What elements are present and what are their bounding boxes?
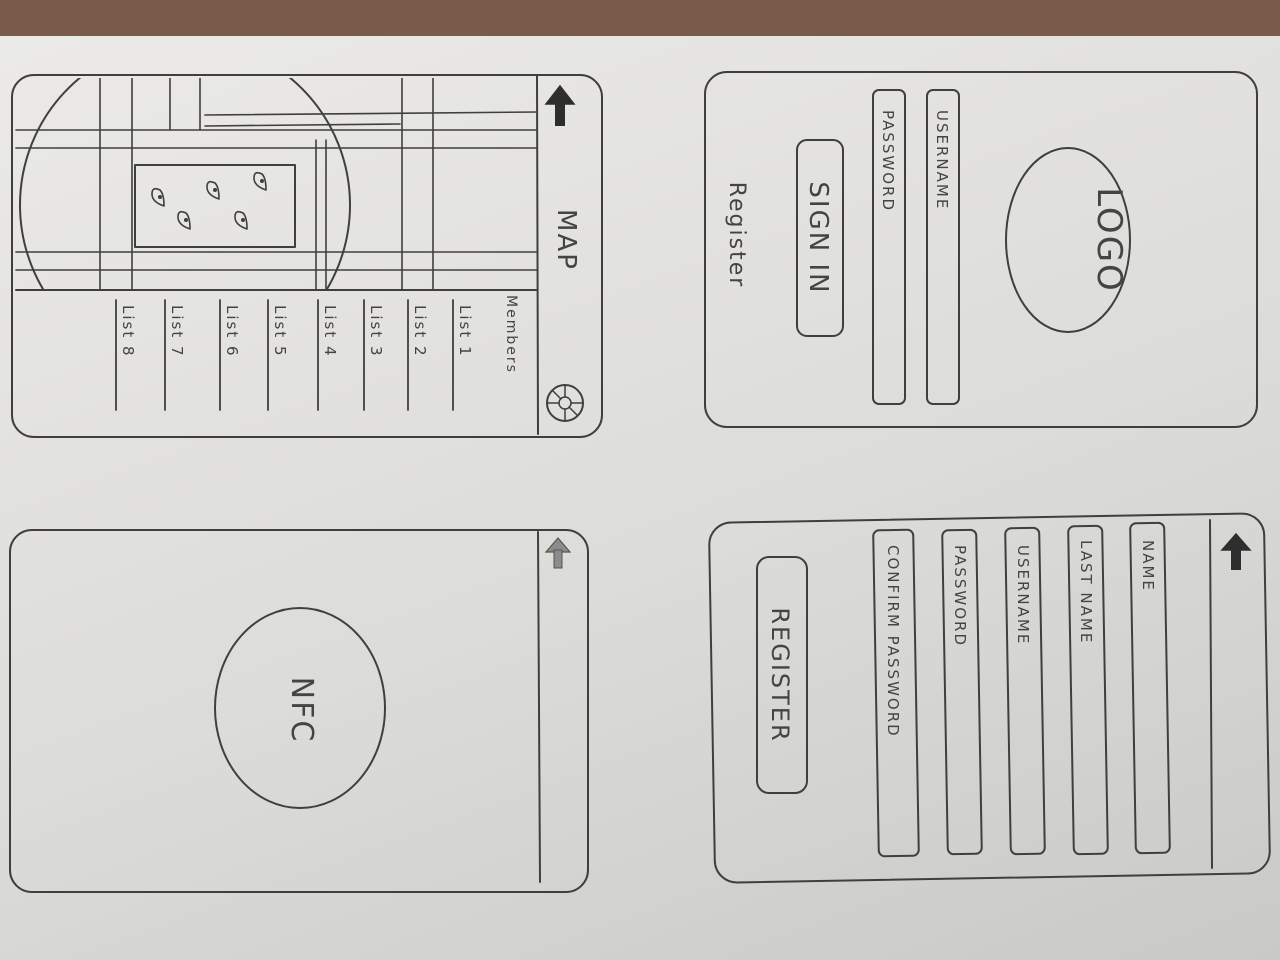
svg-text:List 3: List 3 (367, 305, 385, 358)
map-app-bar-divider (536, 75, 539, 435)
register-app-bar-divider (1209, 519, 1213, 869)
login-screen: LOGO USERNAME PASSWORD SIGN IN Register (704, 71, 1258, 428)
list-item[interactable]: List 6 (219, 299, 241, 411)
map-screen: MAP Members List 1 List 2 List 3 List 4 … (11, 74, 603, 438)
location-pin-icon (234, 210, 248, 230)
gear-icon[interactable] (546, 384, 584, 422)
name-field[interactable]: NAME (1129, 521, 1171, 855)
svg-text:List 1: List 1 (456, 305, 474, 358)
username-label: USERNAME (933, 110, 951, 210)
register-username-field[interactable]: USERNAME (1004, 526, 1046, 856)
list-item[interactable]: List 2 (407, 299, 429, 411)
logo-text: LOGO (1089, 187, 1129, 293)
nfc-circle-button[interactable]: NFC (214, 607, 386, 809)
members-heading: Members (503, 295, 519, 374)
location-pin-icon (253, 171, 267, 191)
register-button[interactable]: REGISTER (756, 556, 808, 794)
svg-text:List 4: List 4 (321, 305, 339, 358)
nfc-app-bar-divider (537, 531, 541, 883)
name-label: NAME (1139, 540, 1157, 592)
register-button-label: REGISTER (766, 607, 794, 742)
list-item[interactable]: List 8 (115, 299, 137, 411)
sign-in-label: SIGN IN (803, 181, 833, 294)
svg-text:List 8: List 8 (119, 305, 137, 358)
svg-text:List 7: List 7 (168, 305, 186, 358)
wireframe-sketches: LOGO USERNAME PASSWORD SIGN IN Register … (9, 71, 1271, 893)
list-item[interactable]: List 5 (267, 299, 289, 411)
sign-in-button[interactable]: SIGN IN (796, 139, 844, 337)
svg-text:List 6: List 6 (223, 305, 241, 358)
svg-text:List 5: List 5 (271, 305, 289, 358)
map-back-arrow-icon[interactable] (544, 84, 576, 126)
last-name-field[interactable]: LAST NAME (1067, 524, 1109, 856)
register-link[interactable]: Register (724, 182, 749, 289)
login-phone-frame (704, 71, 1258, 428)
nfc-label: NFC (284, 677, 319, 744)
member-zone (134, 164, 296, 248)
register-password-field[interactable]: PASSWORD (941, 528, 983, 856)
username-field[interactable]: USERNAME (926, 89, 960, 405)
password-label: PASSWORD (879, 110, 897, 212)
svg-text:List 2: List 2 (411, 305, 429, 358)
location-pin-icon (177, 210, 191, 230)
register-username-label: USERNAME (1014, 545, 1032, 645)
list-item[interactable]: List 1 (452, 299, 474, 411)
last-name-label: LAST NAME (1077, 540, 1095, 644)
list-item[interactable]: List 3 (363, 299, 385, 411)
location-pin-icon (151, 187, 165, 207)
nfc-screen: NFC (9, 529, 589, 893)
password-field[interactable]: PASSWORD (872, 89, 906, 405)
logo-circle: LOGO (1005, 147, 1131, 333)
confirm-password-label: CONFIRM PASSWORD (884, 545, 902, 738)
nfc-back-arrow-icon[interactable] (544, 537, 572, 569)
list-item[interactable]: List 4 (317, 299, 339, 411)
confirm-password-field[interactable]: CONFIRM PASSWORD (872, 528, 920, 858)
register-screen: NAME LAST NAME USERNAME PASSWORD CONFIRM… (708, 512, 1271, 884)
register-back-arrow-icon[interactable] (1220, 532, 1252, 570)
list-item[interactable]: List 7 (164, 299, 186, 411)
register-password-label: PASSWORD (951, 545, 969, 647)
location-pin-icons (151, 171, 267, 230)
map-title: MAP (551, 209, 581, 271)
members-list: List 1 List 2 List 3 List 4 List 5 List … (115, 299, 474, 411)
location-pin-icon (206, 180, 220, 200)
